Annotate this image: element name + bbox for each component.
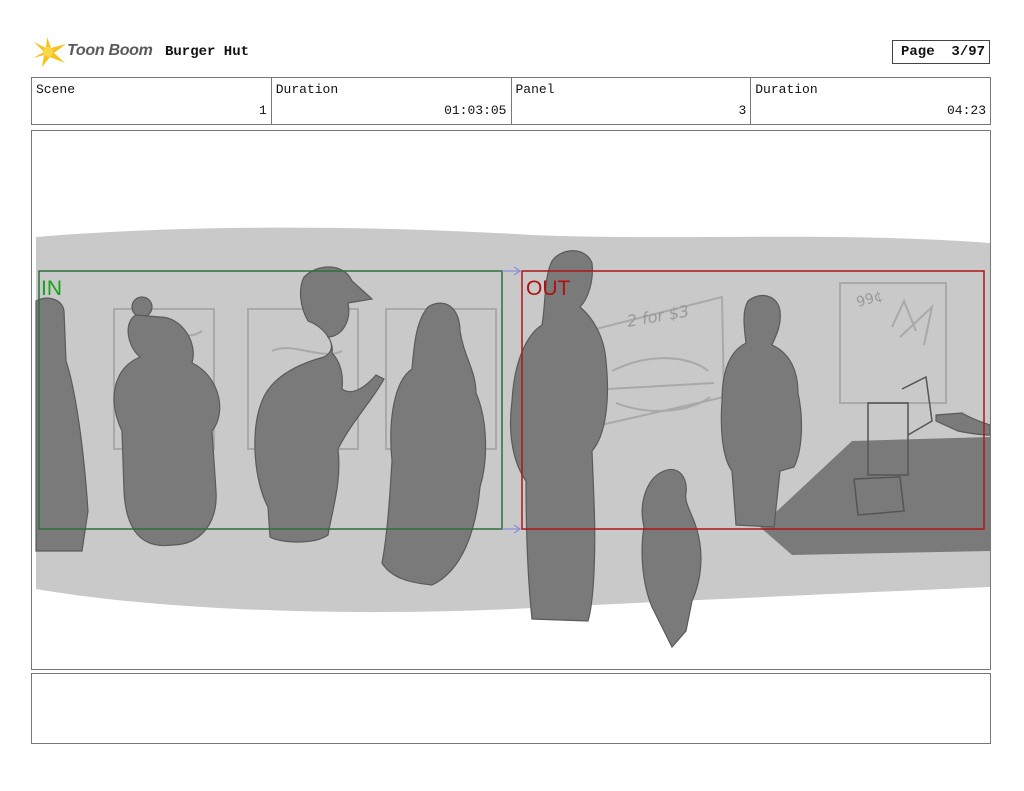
toon-boom-logo: Toon Boom <box>32 36 160 68</box>
out-frame-label: OUT <box>526 277 571 300</box>
scene-duration-label: Duration <box>275 82 339 97</box>
panel-duration-cell: Duration 04:23 <box>751 78 990 124</box>
panel-value: 3 <box>738 103 747 118</box>
page-indicator: Page 3/97 <box>892 40 990 64</box>
in-frame-label: IN <box>41 277 62 300</box>
panel-cell: Panel 3 <box>512 78 752 124</box>
scene-cell: Scene 1 <box>32 78 272 124</box>
scene-duration-value: 01:03:05 <box>444 103 507 118</box>
panel-label: Panel <box>515 82 555 97</box>
panel-info-table: Scene 1 Duration 01:03:05 Panel 3 Durati… <box>31 77 991 125</box>
scene-duration-cell: Duration 01:03:05 <box>272 78 512 124</box>
panel-sketch: 2 for $3 99¢ <box>35 227 990 649</box>
scene-value: 1 <box>258 103 267 118</box>
scene-label: Scene <box>36 82 76 97</box>
page-number: 3/97 <box>951 44 986 60</box>
panel-duration-value: 04:23 <box>946 103 986 118</box>
panel-duration-label: Duration <box>755 82 818 97</box>
star-burst-icon <box>33 37 66 67</box>
storyboard-panel: 2 for $3 99¢ IN OUT <box>31 130 991 670</box>
panel-notes-box[interactable] <box>31 673 991 744</box>
logo-wordmark: Toon Boom <box>67 42 153 59</box>
project-title: Burger Hut <box>165 44 250 60</box>
page-label: Page <box>901 44 935 60</box>
